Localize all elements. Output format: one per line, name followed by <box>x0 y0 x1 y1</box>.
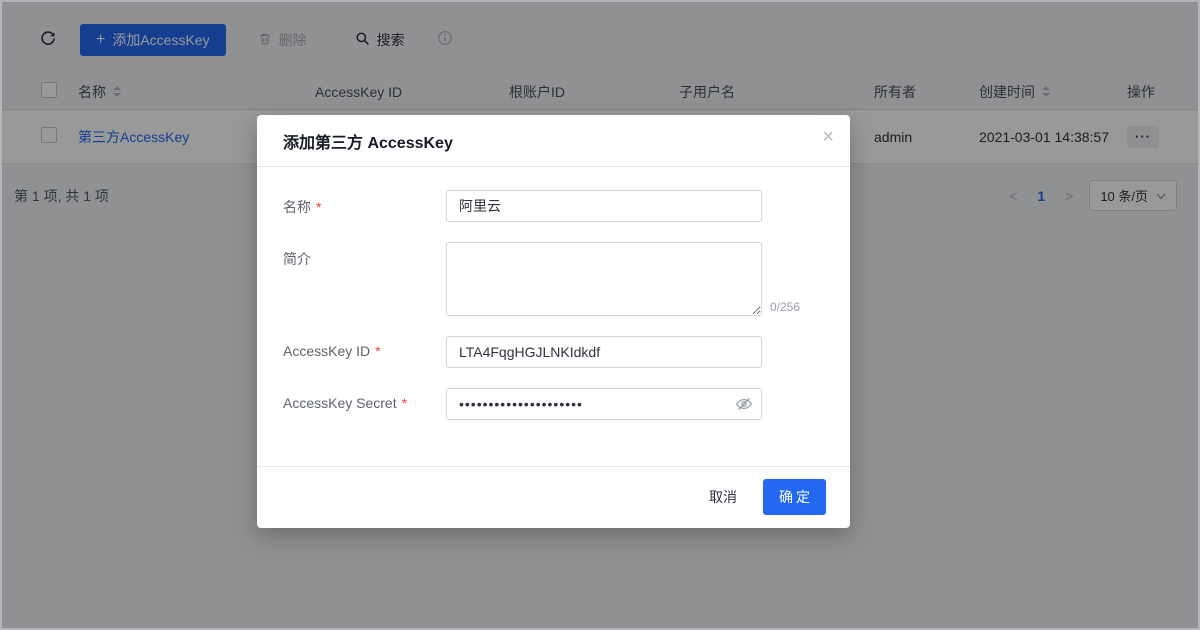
name-label: 名称* <box>283 190 446 222</box>
required-asterisk: * <box>375 343 380 359</box>
description-field-wrap: 0/256 <box>446 242 762 316</box>
required-asterisk: * <box>402 395 407 411</box>
accesskey-secret-label: AccessKey Secret* <box>283 388 446 420</box>
description-label: 简介 <box>283 242 446 316</box>
confirm-button[interactable]: 确定 <box>763 479 826 515</box>
eye-slash-icon <box>735 401 753 416</box>
form-row-description: 简介 0/256 <box>283 242 826 316</box>
add-accesskey-dialog: 添加第三方 AccessKey × 名称* 简介 0/256 <box>257 115 850 528</box>
dialog-title: 添加第三方 AccessKey <box>283 129 453 153</box>
accesskey-id-field-wrap <box>446 336 762 368</box>
cancel-button[interactable]: 取消 <box>709 487 737 507</box>
dialog-header: 添加第三方 AccessKey × <box>257 115 850 167</box>
dialog-body: 名称* 简介 0/256 AccessKey ID* <box>257 167 850 466</box>
required-asterisk: * <box>316 199 321 215</box>
name-input[interactable] <box>446 190 762 222</box>
form-row-name: 名称* <box>283 190 826 222</box>
name-field-wrap <box>446 190 762 222</box>
description-textarea[interactable] <box>446 242 762 316</box>
accesskey-id-input[interactable] <box>446 336 762 368</box>
app-window: + 添加AccessKey 删除 搜索 名称 AccessKey ID <box>0 0 1200 630</box>
close-icon[interactable]: × <box>822 127 834 147</box>
accesskey-secret-field-wrap <box>446 388 762 420</box>
dialog-footer: 取消 确定 <box>257 466 850 528</box>
accesskey-id-label: AccessKey ID* <box>283 336 446 368</box>
form-row-accesskey-secret: AccessKey Secret* <box>283 388 826 420</box>
char-counter: 0/256 <box>770 300 800 314</box>
form-row-accesskey-id: AccessKey ID* <box>283 336 826 368</box>
toggle-secret-visibility-button[interactable] <box>735 395 753 416</box>
accesskey-secret-input[interactable] <box>446 388 762 420</box>
